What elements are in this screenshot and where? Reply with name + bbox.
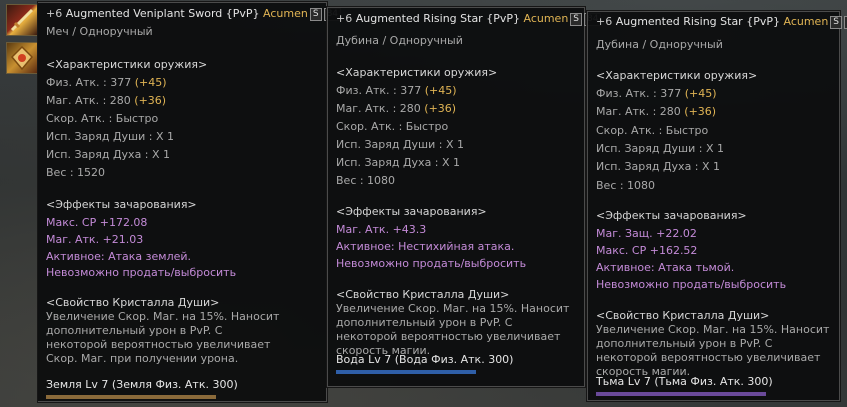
stat-line: Исп. Заряд Духа : X 1 — [336, 156, 461, 169]
effect-line: Активное: Атака землей. — [46, 250, 192, 263]
stat-line: Скор. Атк. : Быстро — [596, 124, 709, 137]
item-tooltip-rising-star-dark: +6 Augmented Rising Star {PvP} AcumenS84… — [587, 11, 847, 401]
stat-line: Исп. Заряд Души : X 1 — [336, 138, 465, 151]
attribute-bar — [46, 395, 216, 399]
stat-line: Вес : 1080 — [336, 174, 396, 187]
tooltip-header: +6 Augmented Veniplant Sword {PvP} Acume… — [46, 4, 342, 24]
effect-line: Макс. СР +162.52 — [596, 244, 698, 257]
attribute-line: Вода Lv 7 (Вода Физ. Атк. 300) — [336, 353, 514, 366]
item-type: Дубина / Одноручный — [336, 34, 463, 47]
enchant-level: +6 — [46, 7, 63, 20]
stat-line: Маг. Атк. : 280 (+36) — [336, 102, 457, 115]
attribute-line: Земля Lv 7 (Земля Физ. Атк. 300) — [46, 378, 238, 391]
special-ability-tag: Acumen — [263, 7, 308, 20]
stat-line: Скор. Атк. : Быстро — [46, 112, 159, 125]
stat-line: Исп. Заряд Духа : X 1 — [46, 148, 171, 161]
attribute-line: Тьма Lv 7 (Тьма Физ. Атк. 300) — [596, 375, 773, 388]
grade-badge: S — [309, 7, 322, 21]
item-type: Дубина / Одноручный — [596, 38, 723, 51]
item-name: Augmented Veniplant Sword {PvP} — [65, 7, 260, 20]
crystal-title: <Свойство Кристалла Души> — [46, 296, 220, 309]
stats-title: <Характеристики оружия> — [596, 69, 758, 82]
crystal-description: Увеличение Скор. Маг. на 15%. Наносит до… — [596, 323, 830, 378]
sword-icon[interactable] — [6, 4, 38, 36]
effects-title: <Эффекты зачарования> — [596, 209, 747, 222]
enchant-level: +6 — [336, 12, 353, 25]
item-tooltip-rising-star-water: +6 Augmented Rising Star {PvP} AcumenS84… — [327, 7, 602, 387]
crystal-description: Увеличение Скор. Маг. на 15%. Наносит до… — [336, 302, 570, 357]
stat-line: Исп. Заряд Духа : X 1 — [596, 160, 721, 173]
stat-line: Исп. Заряд Души : X 1 — [596, 142, 725, 155]
attribute-bar — [336, 370, 476, 374]
no-sell-note: Невозможно продать/выбросить — [46, 266, 237, 279]
enchant-level: +6 — [596, 15, 613, 28]
item-type: Меч / Одноручный — [46, 25, 153, 38]
item-name: Augmented Rising Star {PvP} — [355, 12, 520, 25]
crystal-title: <Свойство Кристалла Души> — [596, 309, 770, 322]
effects-title: <Эффекты зачарования> — [46, 198, 197, 211]
effects-title: <Эффекты зачарования> — [336, 205, 487, 218]
no-sell-note: Невозможно продать/выбросить — [336, 257, 527, 270]
stat-line: Маг. Атк. : 280 (+36) — [46, 94, 167, 107]
attribute-bar — [596, 392, 766, 396]
stats-title: <Характеристики оружия> — [336, 66, 498, 79]
stat-line: Вес : 1080 — [596, 179, 656, 192]
stat-line: Вес : 1520 — [46, 166, 106, 179]
stat-line: Физ. Атк. : 377 (+45) — [46, 76, 167, 89]
crystal-title: <Свойство Кристалла Души> — [336, 288, 510, 301]
special-ability-tag: Acumen — [783, 15, 829, 28]
tooltip-header: +6 Augmented Rising Star {PvP} AcumenS84 — [336, 9, 602, 29]
item-tooltip-veniplant-sword: +6 Augmented Veniplant Sword {PvP} Acume… — [38, 2, 342, 402]
stat-line: Маг. Атк. : 280 (+36) — [596, 105, 717, 118]
stat-line: Исп. Заряд Души : X 1 — [46, 130, 175, 143]
stat-line: Физ. Атк. : 377 (+45) — [336, 84, 457, 97]
grade-badge: S — [830, 15, 843, 29]
effect-line: Маг. Атк. +21.03 — [46, 233, 144, 246]
crystal-description: Увеличение Скор. Маг. на 15%. Наносит до… — [46, 310, 280, 365]
gem-icon[interactable] — [6, 42, 38, 74]
no-sell-note: Невозможно продать/выбросить — [596, 278, 787, 291]
effect-line: Маг. Защ. +22.02 — [596, 227, 697, 240]
stat-line: Физ. Атк. : 377 (+45) — [596, 87, 717, 100]
stat-line: Скор. Атк. : Быстро — [336, 120, 449, 133]
grade-badge: S — [570, 12, 583, 26]
stats-title: <Характеристики оружия> — [46, 58, 208, 71]
item-name: Augmented Rising Star {PvP} — [615, 15, 780, 28]
effect-line: Маг. Атк. +43.3 — [336, 223, 427, 236]
effect-line: Активное: Атака тьмой. — [596, 261, 735, 274]
effect-line: Активное: Нестихийная атака. — [336, 240, 515, 253]
effect-line: Макс. СР +172.08 — [46, 216, 148, 229]
tooltip-header: +6 Augmented Rising Star {PvP} AcumenS84 — [596, 12, 847, 32]
special-ability-tag: Acumen — [523, 12, 569, 25]
